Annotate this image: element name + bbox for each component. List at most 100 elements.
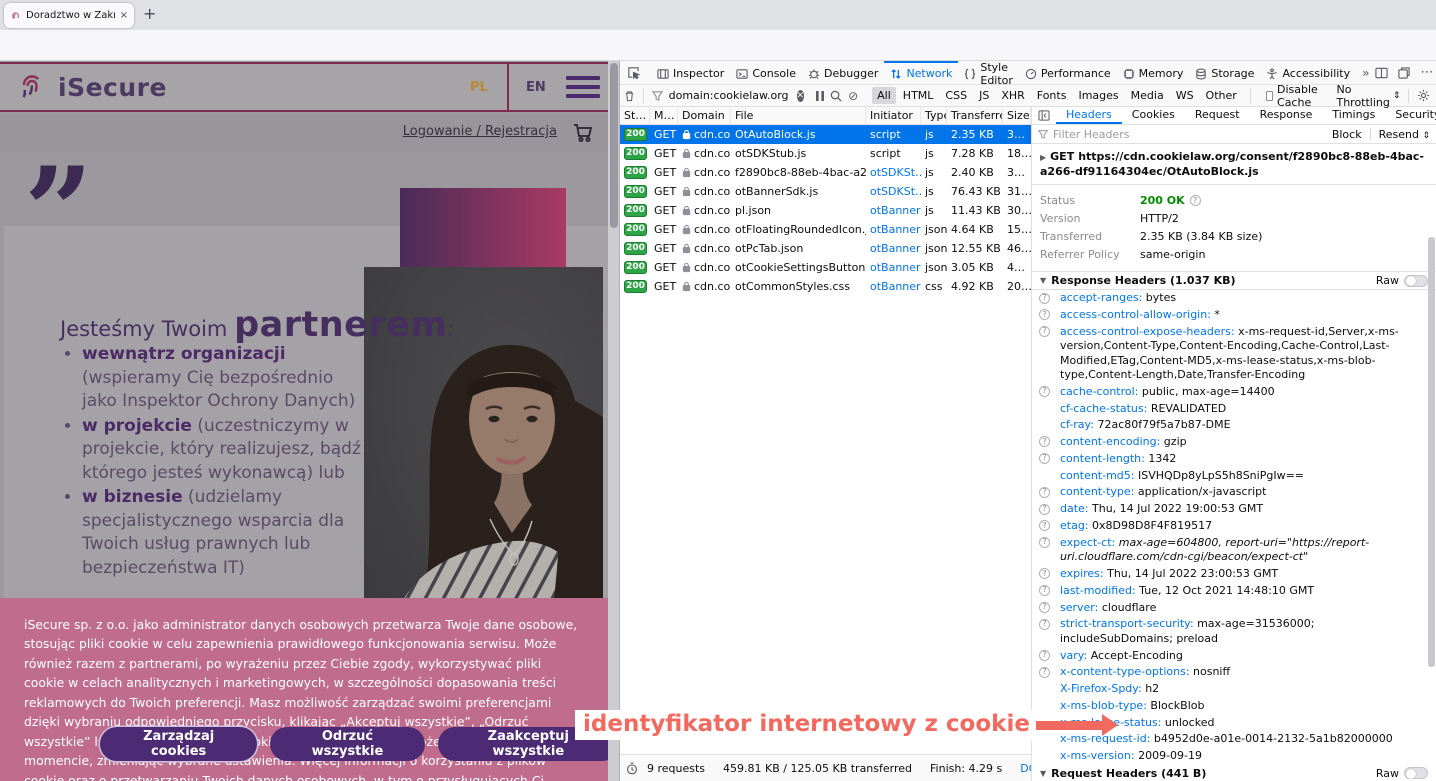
help-icon[interactable]: ?: [1039, 568, 1050, 579]
filter-chip-media[interactable]: Media: [1126, 87, 1169, 104]
filter-chip-js[interactable]: JS: [974, 87, 994, 104]
network-settings-gear-icon[interactable]: [1417, 89, 1430, 102]
help-icon[interactable]: ?: [1039, 520, 1050, 531]
network-row[interactable]: 200GETcdn.co…otBannerSdk.jsotSDKSt…js76.…: [620, 182, 1031, 201]
devtools-tab-performance[interactable]: Performance: [1019, 61, 1117, 84]
help-icon[interactable]: ?: [1039, 453, 1050, 464]
login-register-link[interactable]: Logowanie / Rejestracja: [403, 124, 557, 139]
column-header[interactable]: File: [731, 107, 866, 124]
help-icon[interactable]: ?: [1039, 487, 1050, 498]
column-header[interactable]: St…: [620, 107, 650, 124]
details-tab-response[interactable]: Response: [1250, 107, 1323, 124]
devtools-tab-storage[interactable]: Storage: [1189, 61, 1260, 84]
help-icon[interactable]: ?: [1039, 619, 1050, 630]
response-header-row[interactable]: X-Firefox-Spdy: h2: [1032, 681, 1436, 698]
meatball-menu-icon[interactable]: ⋯: [1420, 65, 1433, 80]
details-tab-cookies[interactable]: Cookies: [1122, 107, 1185, 124]
help-icon[interactable]: ?: [1039, 537, 1050, 548]
response-header-row[interactable]: ?content-encoding: gzip: [1032, 434, 1436, 451]
network-row[interactable]: 200GETcdn.co…otCookieSettingsButton.json…: [620, 258, 1031, 277]
split-console-icon[interactable]: [1375, 67, 1388, 79]
response-header-row[interactable]: ?server: cloudflare: [1032, 599, 1436, 616]
raw-toggle[interactable]: [1404, 275, 1428, 287]
filter-chip-ws[interactable]: WS: [1171, 87, 1199, 104]
initiator-link[interactable]: otSDKSt…: [870, 185, 921, 198]
filter-chip-other[interactable]: Other: [1201, 87, 1242, 104]
cart-icon[interactable]: [571, 120, 595, 144]
network-row[interactable]: 200GETcdn.co…OtAutoBlock.jsscriptjs2.35 …: [620, 125, 1031, 144]
block-button[interactable]: Block: [1332, 128, 1362, 141]
more-tabs-icon[interactable]: »: [1356, 61, 1375, 84]
response-header-row[interactable]: ?accept-ranges: bytes: [1032, 290, 1436, 307]
response-header-row[interactable]: x-ms-version: 2009-09-19: [1032, 748, 1436, 765]
site-menu-icon[interactable]: [566, 76, 600, 98]
details-tab-timings[interactable]: Timings: [1322, 107, 1385, 124]
browser-tab[interactable]: Doradztwo w Zakresie Ochrony Dany ×: [4, 3, 134, 28]
filter-headers-input[interactable]: Filter Headers: [1053, 128, 1130, 141]
response-header-row[interactable]: ?x-content-type-options: nosniff: [1032, 664, 1436, 681]
initiator-link[interactable]: otBanner…: [870, 261, 921, 274]
column-header[interactable]: M…: [650, 107, 678, 124]
devtools-tab-network[interactable]: Network: [884, 61, 958, 84]
tab-close-icon[interactable]: ×: [120, 10, 128, 21]
details-tab-headers[interactable]: Headers: [1056, 107, 1122, 124]
response-header-row[interactable]: content-md5: ISVHQDp8yLpS5h8SniPgIw==: [1032, 467, 1436, 484]
response-headers-section[interactable]: ▼ Response Headers (1.037 KB) Raw: [1032, 272, 1436, 290]
network-row[interactable]: 200GETcdn.co…otCommonStyles.cssotBanner……: [620, 277, 1031, 296]
devtools-tab-memory[interactable]: Memory: [1117, 61, 1190, 84]
devtools-tab-style-editor[interactable]: Style Editor: [958, 61, 1019, 84]
filter-chip-all[interactable]: All: [872, 87, 896, 104]
help-icon[interactable]: ?: [1039, 602, 1050, 613]
response-header-row[interactable]: ?expires: Thu, 14 Jul 2022 23:00:53 GMT: [1032, 566, 1436, 583]
response-header-row[interactable]: ?cache-control: public, max-age=14400: [1032, 384, 1436, 401]
help-icon[interactable]: ?: [1039, 667, 1050, 678]
column-header[interactable]: Transferred: [947, 107, 1003, 124]
raw-toggle[interactable]: [1404, 767, 1428, 779]
filter-chip-html[interactable]: HTML: [898, 87, 939, 104]
filter-chip-fonts[interactable]: Fonts: [1032, 87, 1072, 104]
help-icon[interactable]: ?: [1039, 326, 1050, 337]
resend-button[interactable]: Resend ⇕: [1379, 128, 1430, 141]
site-logo[interactable]: iSecure: [14, 69, 167, 105]
devtools-tab-accessibility[interactable]: Accessibility: [1260, 61, 1356, 84]
clear-filter-icon[interactable]: ✕: [797, 90, 805, 102]
help-icon[interactable]: ?: [1039, 293, 1050, 304]
network-row[interactable]: 200GETcdn.co…otPcTab.jsonotBanner…json12…: [620, 239, 1031, 258]
page-scrollbar-thumb[interactable]: [610, 63, 618, 228]
response-header-row[interactable]: ?access-control-expose-headers: x-ms-req…: [1032, 324, 1436, 384]
page-scrollbar[interactable]: [608, 61, 619, 781]
clear-requests-icon[interactable]: [624, 90, 635, 102]
network-table-header[interactable]: St…M…DomainFileInitiatorTypeTransferredS…: [620, 107, 1031, 125]
throttling-select[interactable]: No Throttling ⇕: [1336, 83, 1400, 109]
filter-chip-css[interactable]: CSS: [940, 87, 972, 104]
pick-element-icon[interactable]: [620, 61, 647, 84]
details-tab-security[interactable]: Security: [1385, 107, 1436, 124]
lang-switch-pl[interactable]: PL: [470, 80, 488, 95]
initiator-link[interactable]: otBanner…: [870, 223, 921, 236]
network-row[interactable]: 200GETcdn.co…otSDKStub.jsscriptjs7.28 KB…: [620, 144, 1031, 163]
collapse-sidebar-icon[interactable]: [1034, 107, 1054, 124]
devtools-tab-inspector[interactable]: Inspector: [651, 61, 730, 84]
response-header-row[interactable]: ?content-length: 1342: [1032, 451, 1436, 468]
cookie-button-reject[interactable]: Odrzuć wszystkie: [270, 727, 424, 761]
column-header[interactable]: Type: [921, 107, 947, 124]
cookie-button-manage[interactable]: Zarządzaj cookies: [100, 727, 257, 761]
block-requests-icon[interactable]: ⊘: [848, 89, 858, 103]
response-header-row[interactable]: ?date: Thu, 14 Jul 2022 19:00:53 GMT: [1032, 501, 1436, 518]
help-icon[interactable]: ?: [1039, 309, 1050, 320]
response-header-row[interactable]: ?last-modified: Tue, 12 Oct 2021 14:48:1…: [1032, 583, 1436, 600]
initiator-link[interactable]: otSDKSt…: [870, 166, 921, 179]
request-headers-section[interactable]: ▼ Request Headers (441 B) Raw: [1032, 765, 1436, 781]
help-icon[interactable]: ?: [1039, 650, 1050, 661]
column-header[interactable]: Domain: [678, 107, 731, 124]
help-icon[interactable]: ?: [1039, 386, 1050, 397]
response-header-row[interactable]: ?vary: Accept-Encoding: [1032, 647, 1436, 664]
response-header-row[interactable]: ?strict-transport-security: max-age=3153…: [1032, 616, 1436, 647]
help-icon[interactable]: ?: [1039, 585, 1050, 596]
filter-url-input[interactable]: domain:cookielaw.org: [669, 89, 789, 102]
disable-cache-toggle[interactable]: Disable Cache: [1266, 83, 1322, 109]
lang-switch-en[interactable]: EN: [526, 80, 546, 95]
column-header[interactable]: Initiator: [866, 107, 921, 124]
filter-chip-images[interactable]: Images: [1073, 87, 1123, 104]
filter-chip-xhr[interactable]: XHR: [996, 87, 1029, 104]
